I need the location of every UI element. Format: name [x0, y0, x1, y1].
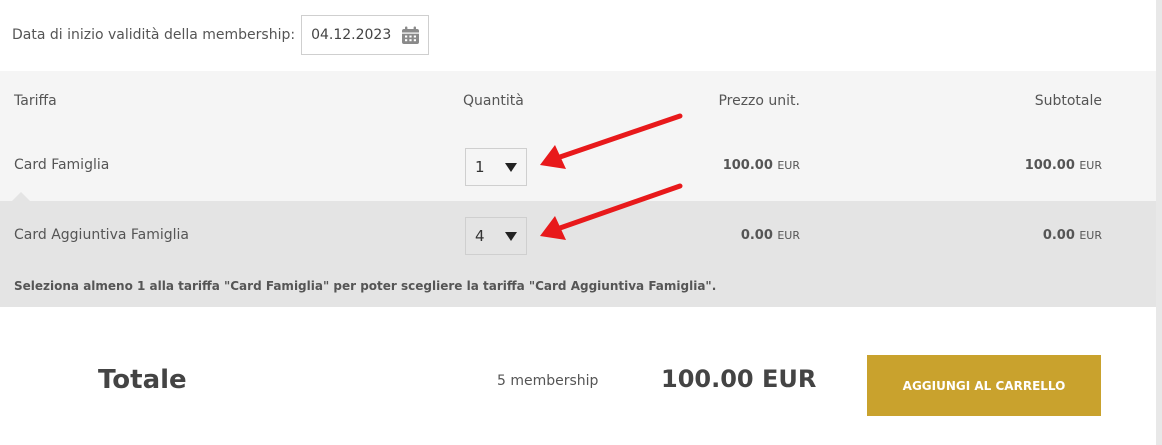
header-tariff: Tariffa — [14, 93, 57, 109]
table-row: Card Aggiuntiva Famiglia 4 0.00 EUR 0.00… — [0, 192, 1156, 271]
subtotal-amount: 0.00 — [1042, 228, 1075, 243]
membership-count: 5 membership — [497, 373, 599, 389]
unit-price-currency: EUR — [777, 159, 800, 172]
calendar-icon[interactable] — [401, 26, 420, 45]
notice-row: Seleziona almeno 1 alla tariffa "Card Fa… — [0, 271, 1156, 307]
quantity-value[interactable]: 4 — [475, 227, 505, 245]
total-amount: 100.00 EUR — [661, 365, 817, 393]
subtotal: 100.00 EUR — [1025, 157, 1102, 173]
membership-start-date-value[interactable]: 04.12.2023 — [311, 27, 391, 43]
page-right-edge — [1156, 0, 1162, 445]
subtotal-amount: 100.00 — [1024, 158, 1075, 173]
unit-price-amount: 0.00 — [740, 228, 773, 243]
table-header-row: Tariffa Quantità Prezzo unit. Subtotale — [0, 71, 1156, 131]
unit-price: 100.00 EUR — [723, 157, 800, 173]
quantity-value[interactable]: 1 — [475, 158, 505, 176]
tariff-notice: Seleziona almeno 1 alla tariffa "Card Fa… — [14, 279, 717, 293]
quantity-select[interactable]: 1 — [465, 148, 527, 186]
tariff-table: Tariffa Quantità Prezzo unit. Subtotale … — [0, 71, 1156, 307]
header-unit-price: Prezzo unit. — [718, 93, 800, 109]
subtotal: 0.00 EUR — [1043, 227, 1102, 243]
tariff-name: Card Aggiuntiva Famiglia — [14, 227, 189, 243]
membership-start-row: Data di inizio validità della membership… — [12, 14, 430, 56]
unit-price-amount: 100.00 — [722, 158, 773, 173]
subtotal-currency: EUR — [1079, 159, 1102, 172]
header-quantity: Quantità — [463, 93, 524, 109]
header-subtotal: Subtotale — [1034, 93, 1102, 109]
table-row: Card Famiglia 1 100.00 EUR 100.00 EUR — [0, 131, 1156, 201]
quantity-select[interactable]: 4 — [465, 217, 527, 255]
subtotal-currency: EUR — [1079, 229, 1102, 242]
tariff-name: Card Famiglia — [14, 157, 110, 173]
unit-price: 0.00 EUR — [741, 227, 800, 243]
membership-start-date-field[interactable]: 04.12.2023 — [301, 15, 430, 55]
total-label: Totale — [98, 365, 187, 395]
add-to-cart-button[interactable]: AGGIUNGI AL CARRELLO — [867, 355, 1101, 416]
membership-start-label: Data di inizio validità della membership… — [12, 27, 296, 43]
caret-down-icon[interactable] — [505, 231, 517, 241]
unit-price-currency: EUR — [777, 229, 800, 242]
caret-down-icon[interactable] — [505, 162, 517, 172]
row-notch — [12, 192, 30, 201]
